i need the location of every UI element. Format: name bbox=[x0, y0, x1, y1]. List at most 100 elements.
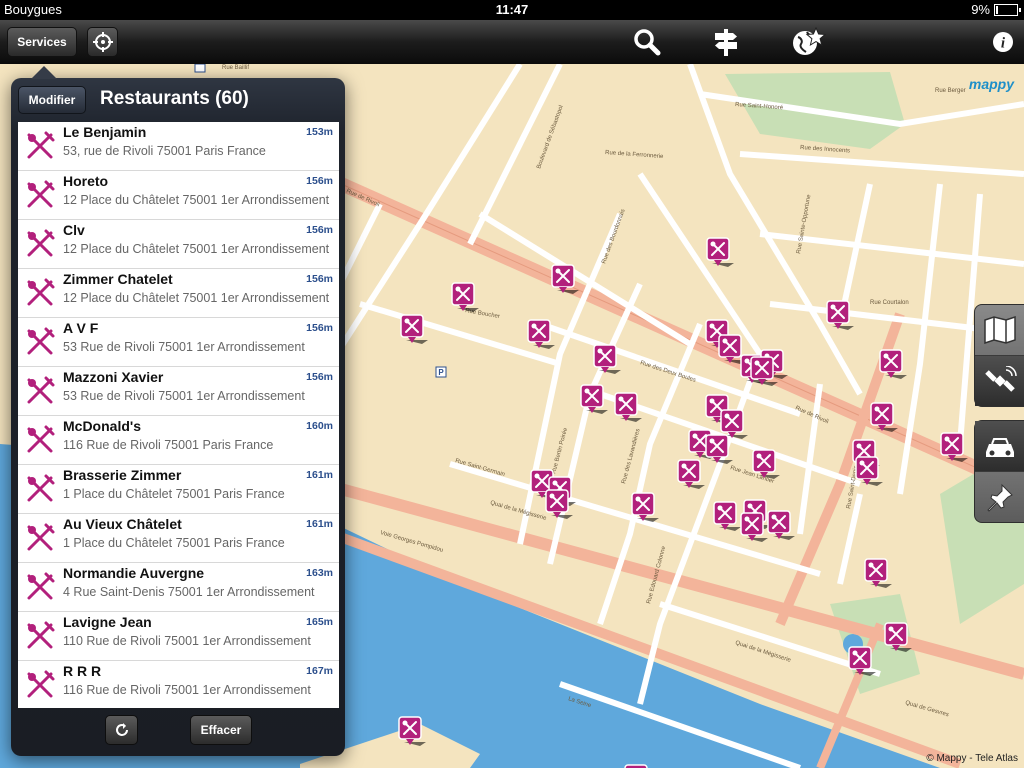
pin-tab[interactable] bbox=[975, 472, 1024, 522]
restaurant-marker[interactable] bbox=[750, 356, 778, 386]
favorites-button[interactable] bbox=[792, 26, 826, 58]
list-item[interactable]: Le Benjamin 153m 53, rue de Rivoli 75001 P… bbox=[18, 122, 339, 171]
restaurant-marker[interactable] bbox=[713, 501, 741, 531]
locate-button[interactable] bbox=[87, 27, 118, 57]
refresh-icon bbox=[115, 723, 128, 736]
popover-title: Restaurants (60) bbox=[100, 88, 249, 109]
restaurant-marker[interactable] bbox=[864, 558, 892, 588]
restaurant-address: 12 Place du Châtelet 75001 1er Arrondiss… bbox=[63, 193, 330, 207]
battery-indicator: 9% bbox=[971, 2, 1021, 17]
restaurant-distance: 160m bbox=[306, 420, 333, 432]
restaurant-list[interactable]: Le Benjamin 153m 53, rue de Rivoli 75001 P… bbox=[18, 122, 339, 708]
restaurant-distance: 167m bbox=[306, 665, 333, 677]
restaurant-icon bbox=[24, 522, 56, 554]
list-item[interactable]: Horeto 156m 12 Place du Châtelet 75001 1er… bbox=[18, 171, 339, 220]
restaurant-distance: 153m bbox=[306, 126, 333, 138]
restaurant-marker[interactable] bbox=[879, 349, 907, 379]
status-bar: Bouygues 11:47 9% bbox=[0, 0, 1024, 20]
restaurant-name: R R R bbox=[63, 663, 102, 679]
restaurant-icon bbox=[24, 669, 56, 701]
restaurants-popover: Modifier Restaurants (60) Le Benjamin 153… bbox=[11, 66, 345, 756]
restaurant-marker[interactable] bbox=[870, 402, 898, 432]
restaurant-marker[interactable] bbox=[398, 716, 426, 746]
traffic-tab[interactable] bbox=[975, 421, 1024, 472]
restaurant-marker[interactable] bbox=[580, 384, 608, 414]
list-item[interactable]: Clv 156m 12 Place du Châtelet 75001 1er Ar… bbox=[18, 220, 339, 269]
list-item[interactable]: Brasserie Zimmer 161m 1 Place du Châtelet … bbox=[18, 465, 339, 514]
pin-icon bbox=[986, 483, 1013, 512]
restaurant-marker[interactable] bbox=[884, 622, 912, 652]
restaurant-marker[interactable] bbox=[527, 319, 555, 349]
list-item[interactable]: Normandie Auvergne 163m 4 Rue Saint-Denis … bbox=[18, 563, 339, 612]
restaurant-marker[interactable] bbox=[752, 449, 780, 479]
info-button[interactable]: i bbox=[986, 26, 1020, 58]
restaurant-marker[interactable] bbox=[848, 646, 876, 676]
restaurant-icon bbox=[24, 228, 56, 260]
services-button[interactable]: Services bbox=[7, 27, 77, 57]
restaurant-marker[interactable] bbox=[624, 764, 648, 768]
restaurant-marker[interactable] bbox=[940, 432, 968, 462]
restaurant-address: 53 Rue de Rivoli 75001 1er Arrondissemen… bbox=[63, 340, 305, 354]
edit-button[interactable]: Modifier bbox=[18, 86, 86, 114]
restaurant-marker[interactable] bbox=[718, 334, 746, 364]
list-item[interactable]: Mazzoni Xavier 156m 53 Rue de Rivoli 75001… bbox=[18, 367, 339, 416]
restaurant-address: 110 Rue de Rivoli 75001 1er Arrondisseme… bbox=[63, 634, 311, 648]
restaurant-marker[interactable] bbox=[614, 392, 642, 422]
svg-text:Rue Baillif: Rue Baillif bbox=[222, 65, 249, 71]
list-item[interactable]: McDonald's 160m 116 Rue de Rivoli 75001 Pa… bbox=[18, 416, 339, 465]
favorites-globe-icon bbox=[793, 27, 826, 55]
restaurant-marker[interactable] bbox=[545, 489, 573, 519]
restaurant-name: Mazzoni Xavier bbox=[63, 369, 164, 385]
restaurant-distance: 156m bbox=[306, 322, 333, 334]
map-copyright: © Mappy - Tele Atlas bbox=[926, 753, 1018, 764]
satellite-view-tab[interactable] bbox=[975, 356, 1024, 406]
popover-footer: Effacer bbox=[11, 708, 345, 756]
svg-text:Rue Berger: Rue Berger bbox=[935, 88, 966, 94]
restaurant-address: 12 Place du Châtelet 75001 1er Arrondiss… bbox=[63, 242, 330, 256]
directions-button[interactable] bbox=[709, 26, 743, 58]
signpost-icon bbox=[715, 29, 737, 56]
restaurant-marker[interactable] bbox=[400, 314, 428, 344]
restaurant-marker[interactable] bbox=[631, 492, 659, 522]
restaurant-marker[interactable] bbox=[593, 344, 621, 374]
restaurant-name: Zimmer Chatelet bbox=[63, 271, 173, 287]
list-item[interactable]: R R R 167m 116 Rue de Rivoli 75001 1er Arr… bbox=[18, 661, 339, 708]
list-item[interactable]: Lavigne Jean 165m 110 Rue de Rivoli 75001 … bbox=[18, 612, 339, 661]
restaurant-marker[interactable] bbox=[720, 409, 748, 439]
restaurant-marker[interactable] bbox=[705, 434, 733, 464]
restaurant-marker[interactable] bbox=[677, 459, 705, 489]
map-view-tab[interactable] bbox=[975, 305, 1024, 356]
restaurant-address: 1 Place du Châtelet 75001 Paris France bbox=[63, 536, 285, 550]
restaurant-name: Horeto bbox=[63, 173, 109, 189]
restaurant-address: 53 Rue de Rivoli 75001 1er Arrondissemen… bbox=[63, 389, 305, 403]
restaurant-marker[interactable] bbox=[855, 456, 883, 486]
restaurant-marker[interactable] bbox=[451, 282, 479, 312]
restaurant-address: 116 Rue de Rivoli 75001 1er Arrondisseme… bbox=[63, 683, 311, 697]
restaurant-icon bbox=[24, 375, 56, 407]
restaurant-icon bbox=[24, 130, 56, 162]
restaurant-address: 53, rue de Rivoli 75001 Paris France bbox=[63, 144, 266, 158]
search-button[interactable] bbox=[630, 26, 664, 58]
restaurant-marker[interactable] bbox=[826, 300, 854, 330]
overlay-tabs bbox=[974, 420, 1024, 523]
restaurant-distance: 165m bbox=[306, 616, 333, 628]
traffic-icon bbox=[985, 438, 1014, 457]
restaurant-marker[interactable] bbox=[706, 237, 734, 267]
battery-icon bbox=[994, 3, 1021, 16]
restaurant-name: Au Vieux Châtelet bbox=[63, 516, 182, 532]
restaurant-icon bbox=[24, 326, 56, 358]
restaurant-marker[interactable] bbox=[551, 264, 579, 294]
list-item[interactable]: Zimmer Chatelet 156m 12 Place du Châtelet … bbox=[18, 269, 339, 318]
restaurant-distance: 156m bbox=[306, 371, 333, 383]
list-item[interactable]: A V F 156m 53 Rue de Rivoli 75001 1er Arro… bbox=[18, 318, 339, 367]
restaurant-marker[interactable] bbox=[767, 510, 795, 540]
restaurant-marker[interactable] bbox=[740, 512, 768, 542]
restaurant-distance: 156m bbox=[306, 224, 333, 236]
clear-button[interactable]: Effacer bbox=[190, 715, 252, 745]
restaurant-name: Brasserie Zimmer bbox=[63, 467, 182, 483]
restaurant-name: Lavigne Jean bbox=[63, 614, 152, 630]
list-item[interactable]: Au Vieux Châtelet 161m 1 Place du Châtelet… bbox=[18, 514, 339, 563]
refresh-button[interactable] bbox=[105, 715, 138, 745]
restaurant-icon bbox=[24, 473, 56, 505]
restaurant-address: 116 Rue de Rivoli 75001 Paris France bbox=[63, 438, 274, 452]
